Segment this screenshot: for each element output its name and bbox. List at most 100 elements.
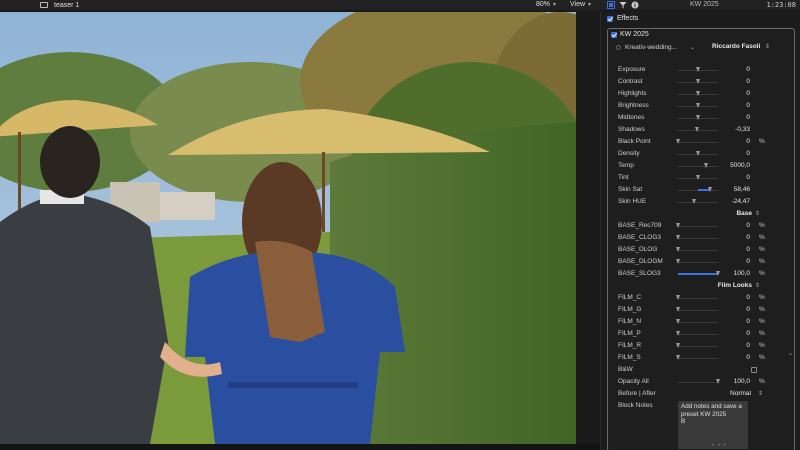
video-viewer[interactable]: [0, 12, 576, 444]
param-value[interactable]: 0: [746, 256, 750, 268]
effect-title[interactable]: KW 2025: [611, 31, 649, 38]
param-slider-knob[interactable]: [675, 331, 680, 336]
param-slider-knob[interactable]: [675, 295, 680, 300]
video-inspector-icon[interactable]: [607, 1, 615, 9]
keyframe-icon[interactable]: [616, 44, 621, 50]
param-slider-track[interactable]: [678, 309, 718, 311]
bw-checkbox[interactable]: [751, 367, 757, 373]
param-label: FILM_C: [618, 294, 642, 301]
param-slider-knob[interactable]: [675, 259, 680, 264]
before-after-row[interactable]: Before | After Normal ⇕: [618, 388, 796, 400]
param-value[interactable]: 58,46: [734, 184, 750, 196]
param-slider-track[interactable]: [678, 237, 718, 239]
param-label: Brightness: [618, 102, 649, 109]
param-slider-knob[interactable]: [695, 79, 700, 84]
param-value[interactable]: 0: [746, 352, 750, 364]
param-slider-knob[interactable]: [695, 67, 700, 72]
param-slider-knob[interactable]: [707, 187, 712, 192]
param-slider-knob[interactable]: [675, 139, 680, 144]
param-value[interactable]: 0: [746, 172, 750, 184]
zoom-menu[interactable]: 80% ▾: [536, 0, 556, 10]
view-menu[interactable]: View ▾: [570, 0, 591, 10]
param-value[interactable]: 0: [746, 148, 750, 160]
param-value[interactable]: 0: [746, 88, 750, 100]
param-value[interactable]: -0,33: [735, 124, 750, 136]
effects-checkbox[interactable]: [607, 15, 613, 22]
param-slider-track[interactable]: [678, 249, 718, 251]
effect-enable-checkbox[interactable]: [611, 31, 617, 38]
param-slider-knob[interactable]: [675, 247, 680, 252]
param-slider-track[interactable]: [678, 165, 718, 167]
param-value[interactable]: 0: [746, 340, 750, 352]
notes-line-1: Add notes and save a: [681, 403, 742, 410]
video-frame: [0, 12, 576, 444]
param-slider-knob[interactable]: [695, 103, 700, 108]
param-value[interactable]: 0: [746, 136, 750, 148]
param-value[interactable]: 0: [746, 220, 750, 232]
param-row-midtones: Midtones 0: [618, 112, 796, 124]
param-value[interactable]: 0: [746, 76, 750, 88]
before-after-value[interactable]: Normal: [730, 388, 751, 400]
effects-header[interactable]: Effects: [607, 15, 638, 22]
bw-row: B&W: [618, 364, 796, 376]
clip-icon: [40, 2, 48, 8]
param-value[interactable]: 0: [746, 316, 750, 328]
opacity-slider-knob[interactable]: [715, 379, 720, 384]
param-slider-knob[interactable]: [695, 151, 700, 156]
param-label: Tint: [618, 174, 629, 181]
preset-row[interactable]: Kreativ-wedding... ⌄ Riccardo Fasoli ⇕: [616, 42, 794, 52]
param-slider-track[interactable]: [678, 321, 718, 323]
param-label: BASE_CLOG3: [618, 234, 661, 241]
param-slider-knob[interactable]: [675, 343, 680, 348]
param-value[interactable]: 0: [746, 232, 750, 244]
param-slider-knob[interactable]: [675, 223, 680, 228]
param-value[interactable]: 0: [746, 100, 750, 112]
param-label: BASE_SLOG3: [618, 270, 661, 277]
updown-icon[interactable]: ⇕: [765, 42, 770, 52]
resize-handle[interactable]: • • •: [712, 443, 727, 449]
block-notes-textarea[interactable]: Add notes and save a preset KW 2025 B: [678, 401, 748, 449]
param-slider-knob[interactable]: [691, 199, 696, 204]
param-value[interactable]: 100,0: [734, 268, 750, 280]
param-value[interactable]: 5000,0: [730, 160, 750, 172]
param-value[interactable]: 0: [746, 292, 750, 304]
param-slider-knob[interactable]: [675, 235, 680, 240]
param-slider-track[interactable]: [678, 333, 718, 335]
param-slider-track[interactable]: [678, 357, 718, 359]
param-label: Contrast: [618, 78, 643, 85]
chevron-down-icon[interactable]: ⌄: [788, 350, 793, 357]
param-slider-knob[interactable]: [695, 91, 700, 96]
param-slider-knob[interactable]: [675, 319, 680, 324]
param-slider-knob[interactable]: [675, 355, 680, 360]
filter-icon[interactable]: [619, 1, 627, 9]
param-value[interactable]: -24,47: [732, 196, 750, 208]
param-value[interactable]: 0: [746, 64, 750, 76]
film-section-select[interactable]: Film Looks ⇕: [618, 280, 796, 292]
clip-title-area: teaser 1: [40, 0, 79, 10]
param-slider-track[interactable]: [678, 297, 718, 299]
param-unit: %: [759, 354, 765, 361]
param-value[interactable]: 0: [746, 304, 750, 316]
param-row-black-point: Black Point 0%: [618, 136, 796, 148]
param-value[interactable]: 0: [746, 112, 750, 124]
param-slider-knob[interactable]: [715, 271, 720, 276]
opacity-value[interactable]: 100,0: [734, 376, 750, 388]
param-label: BASE_Rec709: [618, 222, 662, 229]
param-row-shadows: Shadows -0,33: [618, 124, 796, 136]
param-value[interactable]: 0: [746, 328, 750, 340]
param-slider-track[interactable]: [678, 225, 718, 227]
param-slider-knob[interactable]: [694, 127, 699, 132]
param-slider-track[interactable]: [678, 201, 718, 203]
param-slider-knob[interactable]: [695, 175, 700, 180]
param-slider-track[interactable]: [678, 261, 718, 263]
param-value[interactable]: 0: [746, 244, 750, 256]
info-icon[interactable]: [631, 1, 639, 9]
base-section-select[interactable]: Base ⇕: [618, 208, 796, 220]
param-slider-track[interactable]: [678, 345, 718, 347]
param-slider-knob[interactable]: [703, 163, 708, 168]
param-slider-knob[interactable]: [675, 307, 680, 312]
param-slider-knob[interactable]: [695, 115, 700, 120]
opacity-slider-track[interactable]: [678, 381, 718, 383]
param-slider-track[interactable]: [678, 141, 718, 143]
bw-label: B&W: [618, 366, 633, 373]
